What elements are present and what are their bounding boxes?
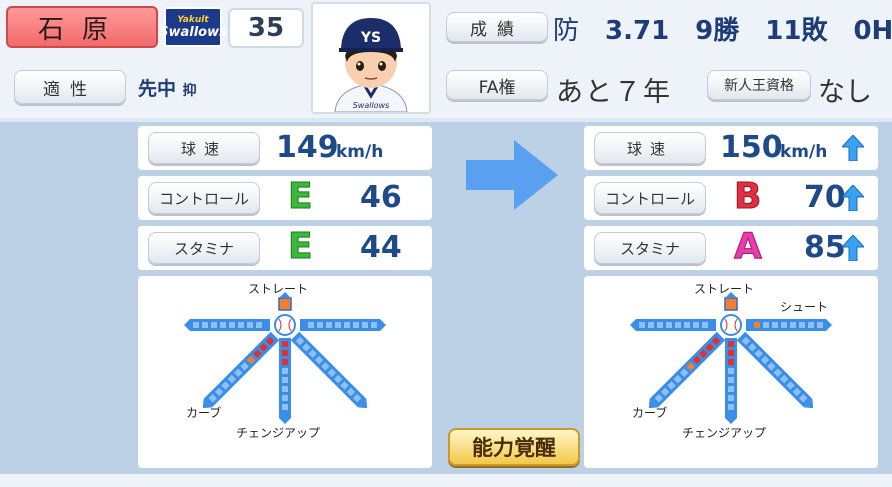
rookie-label: 新人王資格 <box>707 70 811 100</box>
aptitude-label: 適性 <box>14 70 126 104</box>
after-stamina-row: スタミナ A 85 <box>584 226 878 270</box>
after-control-grade: B <box>733 176 762 218</box>
svg-text:Swallows: Swallows <box>353 101 390 110</box>
before-velocity-unit: km/h <box>336 142 384 162</box>
svg-text:YS: YS <box>360 30 381 46</box>
before-control-label: コントロール <box>148 182 260 214</box>
up-arrow-icon <box>842 135 864 161</box>
bottom-strip <box>0 474 892 487</box>
before-stamina-value: 44 <box>360 230 402 265</box>
after-pitch-chart: ストレート シュート カーブ チェンジアップ <box>584 276 878 468</box>
before-velocity-label: 球速 <box>148 132 260 164</box>
after-stamina-value: 85 <box>804 230 846 265</box>
era-prefix: 防 <box>553 16 580 46</box>
before-control-value: 46 <box>360 180 402 215</box>
before-changeup-bar <box>279 338 291 424</box>
baseball-icon <box>274 314 296 336</box>
after-control-label: コントロール <box>594 182 706 214</box>
team-logo: Yakult Swallows <box>159 7 227 47</box>
after-control-value: 70 <box>804 180 846 215</box>
holds-value: 0HP <box>853 16 892 46</box>
aptitude-value: 先中 抑 <box>138 74 197 101</box>
fa-label: FA権 <box>446 70 548 100</box>
before-control-grade: E <box>288 176 314 218</box>
baseball-icon <box>720 314 742 336</box>
before-stamina-row: スタミナ E 44 <box>138 226 432 270</box>
record-values: 防 3.71 9勝 11敗 0HP <box>553 10 892 47</box>
before-pitch-chart: ストレート カーブ チェンジアップ <box>138 276 432 468</box>
fa-value: あと７年 <box>556 77 672 108</box>
uniform-number: 35 <box>228 8 304 48</box>
after-shoot-bar <box>746 319 832 331</box>
before-changeup-label: チェンジアップ <box>236 426 321 440</box>
after-stamina-label: スタミナ <box>594 232 706 264</box>
losses-value: 11敗 <box>765 16 828 46</box>
right-arrow-icon <box>466 140 558 210</box>
record-label: 成績 <box>446 12 548 42</box>
before-right-bar <box>300 319 386 331</box>
before-stamina-label: スタミナ <box>148 232 260 264</box>
after-left-bar <box>630 319 716 331</box>
after-velocity-row: 球速 150 km/h <box>584 126 878 170</box>
after-curve-bar <box>648 331 726 409</box>
ability-awaken-button[interactable]: 能力覚醒 <box>448 428 580 466</box>
before-control-row: コントロール E 46 <box>138 176 432 220</box>
player-name: 石原 <box>6 6 158 48</box>
player-avatar: Swallows YS <box>334 18 408 113</box>
up-arrow-icon <box>842 235 864 261</box>
team-logo-main: Swallows <box>159 24 227 40</box>
after-velocity-value: 150 <box>720 130 783 165</box>
wins-value: 9勝 <box>695 16 740 46</box>
aptitude-main: 先中 <box>138 78 177 100</box>
after-control-row: コントロール B 70 <box>584 176 878 220</box>
before-velocity-value: 149 <box>276 130 339 165</box>
up-arrow-icon <box>842 185 864 211</box>
after-curve-label: カーブ <box>632 406 668 420</box>
era-value: 3.71 <box>605 16 670 46</box>
after-stamina-grade: A <box>734 226 763 268</box>
rookie-value: なし <box>818 77 872 108</box>
before-curve-bar <box>202 331 280 409</box>
before-curve-label: カーブ <box>186 406 222 420</box>
before-velocity-row: 球速 149 km/h <box>138 126 432 170</box>
before-down-right-bar <box>290 331 368 409</box>
after-velocity-unit: km/h <box>780 142 828 162</box>
aptitude-sub: 抑 <box>182 83 197 99</box>
after-changeup-bar <box>725 338 737 424</box>
after-straight-label: ストレート <box>694 282 755 296</box>
after-shoot-label: シュート <box>780 300 829 314</box>
after-down-right-bar <box>736 331 814 409</box>
before-left-bar <box>184 319 270 331</box>
player-portrait: Swallows YS <box>311 2 431 114</box>
before-stamina-grade: E <box>288 226 314 268</box>
after-changeup-label: チェンジアップ <box>682 426 767 440</box>
after-velocity-label: 球速 <box>594 132 706 164</box>
team-logo-top: Yakult <box>177 14 209 25</box>
before-straight-label: ストレート <box>248 282 309 296</box>
